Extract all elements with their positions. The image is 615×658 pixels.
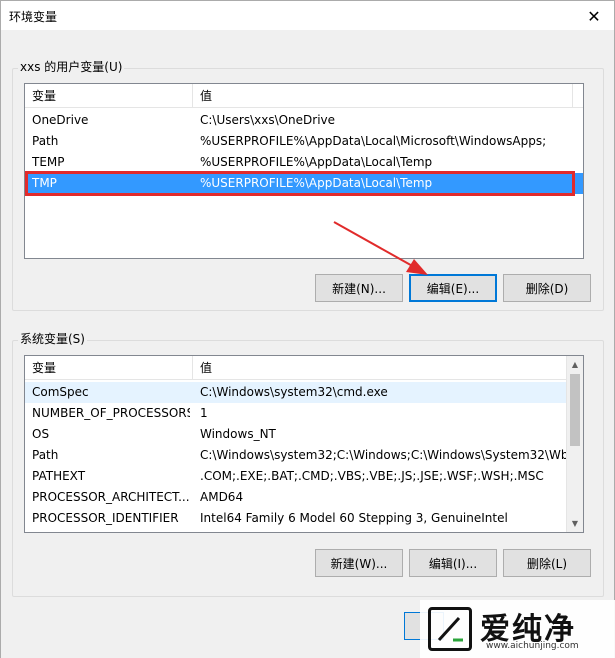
var-value: %USERPROFILE%\AppData\Local\Microsoft\Wi… [200,134,547,148]
var-value: C:\Windows\system32\cmd.exe [200,385,388,399]
var-value: AMD64 [200,490,244,504]
column-header-filler [573,84,583,108]
var-name: TEMP [32,155,65,169]
system-delete-button[interactable]: 删除(L) [503,549,591,577]
var-name: PROCESSOR_IDENTIFIER [32,511,179,525]
user-edit-button[interactable]: 编辑(E)... [409,274,497,302]
watermark-logo-icon [428,607,472,651]
column-header-value[interactable]: 值 [193,356,568,380]
list-item[interactable]: Path %USERPROFILE%\AppData\Local\Microso… [25,131,583,152]
system-edit-button[interactable]: 编辑(I)... [409,549,497,577]
var-name: Path [32,448,59,462]
var-name: PATHEXT [32,469,86,483]
var-value: C:\Users\xxs\OneDrive [200,113,336,127]
list-item[interactable]: Path C:\Windows\system32;C:\Windows;C:\W… [25,445,572,466]
scroll-down-icon[interactable]: ▼ [567,515,583,532]
var-value: C:\Windows\system32;C:\Windows;C:\Window… [200,448,572,462]
var-name: Path [32,134,59,148]
list-item[interactable]: TEMP %USERPROFILE%\AppData\Local\Temp [25,152,583,173]
list-item[interactable]: PROCESSOR_IDENTIFIER Intel64 Family 6 Mo… [25,508,568,529]
var-value: Intel64 Family 6 Model 60 Stepping 3, Ge… [200,511,508,525]
var-value: Windows_NT [200,427,276,441]
user-vars-label: xxs 的用户变量(U) [18,58,125,75]
var-name: OS [32,427,50,441]
var-name: OneDrive [32,113,89,127]
column-header-name[interactable]: 变量 [25,356,193,380]
var-value: %USERPROFILE%\AppData\Local\Temp [200,176,433,190]
list-item[interactable]: PATHEXT .COM;.EXE;.BAT;.CMD;.VBS;.VBE;.J… [25,466,568,487]
list-item[interactable]: PROCESSOR_ARCHITECT... AMD64 [25,487,568,508]
list-item[interactable]: OS Windows_NT [25,424,568,445]
scroll-up-icon[interactable]: ▲ [567,356,583,373]
var-name: ComSpec [32,385,89,399]
var-value: %USERPROFILE%\AppData\Local\Temp [200,155,433,169]
column-header-value[interactable]: 值 [193,84,573,108]
vertical-scrollbar[interactable]: ▲ ▼ [566,356,583,532]
list-item-selected[interactable]: TMP %USERPROFILE%\AppData\Local\Temp [25,173,583,194]
var-name: PROCESSOR_ARCHITECT... [32,490,190,504]
scroll-thumb[interactable] [570,374,580,446]
window-title: 环境变量 [9,10,58,24]
var-name: TMP [32,176,57,190]
list-item[interactable]: OneDrive C:\Users\xxs\OneDrive [25,110,583,131]
list-item[interactable]: NUMBER_OF_PROCESSORS 1 [25,403,568,424]
system-vars-list[interactable]: 变量 值 ComSpec C:\Windows\system32\cmd.exe… [24,355,584,533]
list-item[interactable]: ComSpec C:\Windows\system32\cmd.exe [25,382,568,403]
user-new-button[interactable]: 新建(N)... [315,274,403,302]
system-vars-label: 系统变量(S) [18,330,87,347]
var-value: .COM;.EXE;.BAT;.CMD;.VBS;.VBE;.JS;.JSE;.… [200,469,544,483]
close-icon[interactable]: ✕ [582,4,606,28]
user-vars-header: 变量 值 [25,84,583,108]
user-vars-list[interactable]: 变量 值 OneDrive C:\Users\xxs\OneDrive Path… [24,83,584,259]
var-name: NUMBER_OF_PROCESSORS [32,406,190,420]
system-vars-header: 变量 值 [25,356,568,380]
column-header-name[interactable]: 变量 [25,84,193,108]
user-delete-button[interactable]: 删除(D) [503,274,591,302]
watermark-url: www.aichunjing.com [486,641,579,651]
var-value: 1 [200,406,208,420]
system-new-button[interactable]: 新建(W)... [315,549,403,577]
title-bar: 环境变量 ✕ [0,0,615,30]
